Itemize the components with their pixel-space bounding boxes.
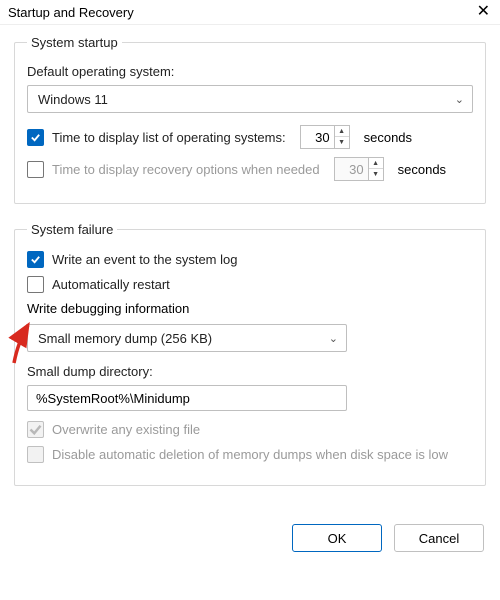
- close-icon[interactable]: ✕: [477, 4, 490, 20]
- ok-button[interactable]: OK: [292, 524, 382, 552]
- auto-restart-checkbox[interactable]: [27, 276, 44, 293]
- chevron-down-icon: ⌄: [455, 93, 464, 106]
- dump-dir-input[interactable]: %SystemRoot%\Minidump: [27, 385, 347, 411]
- spinner-up-icon: ▲: [369, 158, 383, 169]
- system-startup-legend: System startup: [27, 35, 122, 50]
- spinner-up-icon[interactable]: ▲: [335, 126, 349, 137]
- write-event-label: Write an event to the system log: [52, 252, 237, 267]
- seconds-label: seconds: [398, 162, 446, 177]
- dump-dir-value: %SystemRoot%\Minidump: [36, 391, 190, 406]
- time-recovery-label: Time to display recovery options when ne…: [52, 162, 320, 177]
- default-os-value: Windows 11: [38, 92, 108, 107]
- spinner-down-icon: ▼: [369, 169, 383, 180]
- system-startup-group: System startup Default operating system:…: [14, 35, 486, 204]
- disable-auto-del-row: Disable automatic deletion of memory dum…: [27, 446, 473, 463]
- system-failure-group: System failure Write an event to the sys…: [14, 222, 486, 486]
- write-event-row: Write an event to the system log: [27, 251, 473, 268]
- time-recovery-value: 30: [334, 157, 368, 181]
- time-os-value: 30: [300, 125, 334, 149]
- system-failure-legend: System failure: [27, 222, 117, 237]
- disable-auto-del-label: Disable automatic deletion of memory dum…: [52, 447, 448, 462]
- time-os-spinner[interactable]: 30 ▲▼: [300, 125, 350, 149]
- default-os-label: Default operating system:: [27, 64, 473, 79]
- time-recovery-row: Time to display recovery options when ne…: [27, 157, 473, 181]
- auto-restart-label: Automatically restart: [52, 277, 170, 292]
- write-debug-label: Write debugging information: [27, 301, 473, 316]
- dump-type-value: Small memory dump (256 KB): [38, 331, 212, 346]
- titlebar: Startup and Recovery ✕: [0, 0, 500, 25]
- dump-type-select[interactable]: Small memory dump (256 KB) ⌄: [27, 324, 347, 352]
- write-event-checkbox[interactable]: [27, 251, 44, 268]
- seconds-label: seconds: [364, 130, 412, 145]
- default-os-select[interactable]: Windows 11 ⌄: [27, 85, 473, 113]
- time-os-label: Time to display list of operating system…: [52, 130, 286, 145]
- overwrite-label: Overwrite any existing file: [52, 422, 200, 437]
- overwrite-checkbox: [27, 421, 44, 438]
- auto-restart-row: Automatically restart: [27, 276, 473, 293]
- time-os-row: Time to display list of operating system…: [27, 125, 473, 149]
- time-os-checkbox[interactable]: [27, 129, 44, 146]
- window-title: Startup and Recovery: [8, 5, 134, 20]
- dump-dir-label: Small dump directory:: [27, 364, 473, 379]
- chevron-down-icon: ⌄: [329, 332, 338, 345]
- time-recovery-checkbox[interactable]: [27, 161, 44, 178]
- spinner-down-icon[interactable]: ▼: [335, 137, 349, 148]
- dialog-footer: OK Cancel: [0, 518, 500, 562]
- overwrite-row: Overwrite any existing file: [27, 421, 473, 438]
- time-recovery-spinner: 30 ▲▼: [334, 157, 384, 181]
- cancel-button[interactable]: Cancel: [394, 524, 484, 552]
- disable-auto-del-checkbox: [27, 446, 44, 463]
